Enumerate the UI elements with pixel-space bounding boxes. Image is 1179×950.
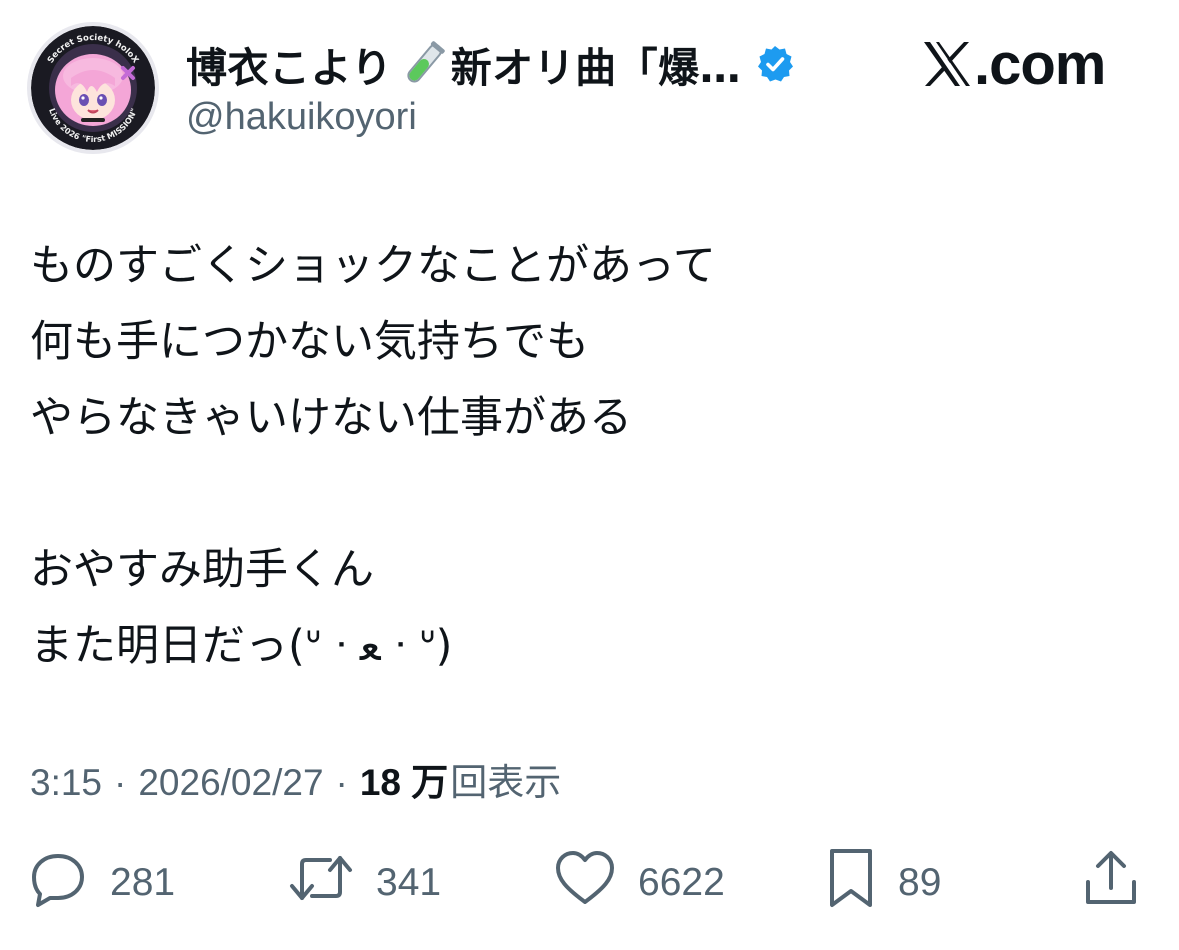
bookmark-button[interactable]: 89	[826, 848, 941, 918]
tweet-time[interactable]: 3:15	[30, 762, 102, 804]
like-button[interactable]: 6622	[554, 848, 725, 918]
repost-icon	[288, 848, 354, 918]
brand-domain-text: .com	[974, 31, 1106, 97]
share-button[interactable]	[1082, 848, 1140, 918]
share-icon	[1082, 848, 1140, 918]
x-logo-icon	[922, 40, 972, 88]
avatar-image: Secret Society holoX Live 2026 "First MI…	[31, 26, 155, 150]
tweet-date[interactable]: 2026/02/27	[138, 762, 323, 804]
avatar[interactable]: Secret Society holoX Live 2026 "First MI…	[27, 22, 159, 154]
views-count[interactable]: 18 万	[360, 752, 448, 806]
display-name-suffix[interactable]: 新オリ曲「爆…	[451, 34, 742, 94]
repost-button[interactable]: 341	[288, 848, 441, 918]
reply-count: 281	[110, 861, 176, 904]
bookmark-count: 89	[898, 861, 942, 904]
reply-button[interactable]: 281	[28, 848, 175, 918]
tweet-meta: 3:15 · 2026/02/27 · 18 万 回表示	[30, 752, 561, 806]
views-label: 回表示	[450, 762, 562, 803]
meta-separator: ·	[114, 762, 127, 803]
meta-separator: ·	[335, 762, 348, 803]
like-count: 6622	[638, 861, 725, 904]
account-handle[interactable]: @hakuikoyori	[186, 96, 417, 139]
heart-icon	[554, 848, 616, 918]
reply-icon	[28, 848, 88, 918]
x-com-brand: .com	[922, 31, 1106, 97]
repost-count: 341	[376, 861, 442, 904]
tweet-text: ものすごくショックなことがあって 何も手につかない気持ちでも やらなきゃいけない…	[30, 241, 716, 671]
test-tube-icon	[399, 39, 449, 89]
display-name[interactable]: 博衣こより	[186, 34, 393, 94]
bookmark-icon	[826, 847, 876, 919]
tweet-actions: 281 341 6622 89	[0, 848, 1179, 918]
verified-badge-icon	[755, 44, 795, 84]
account-name-row[interactable]: 博衣こより 新オリ曲「爆…	[186, 36, 795, 92]
